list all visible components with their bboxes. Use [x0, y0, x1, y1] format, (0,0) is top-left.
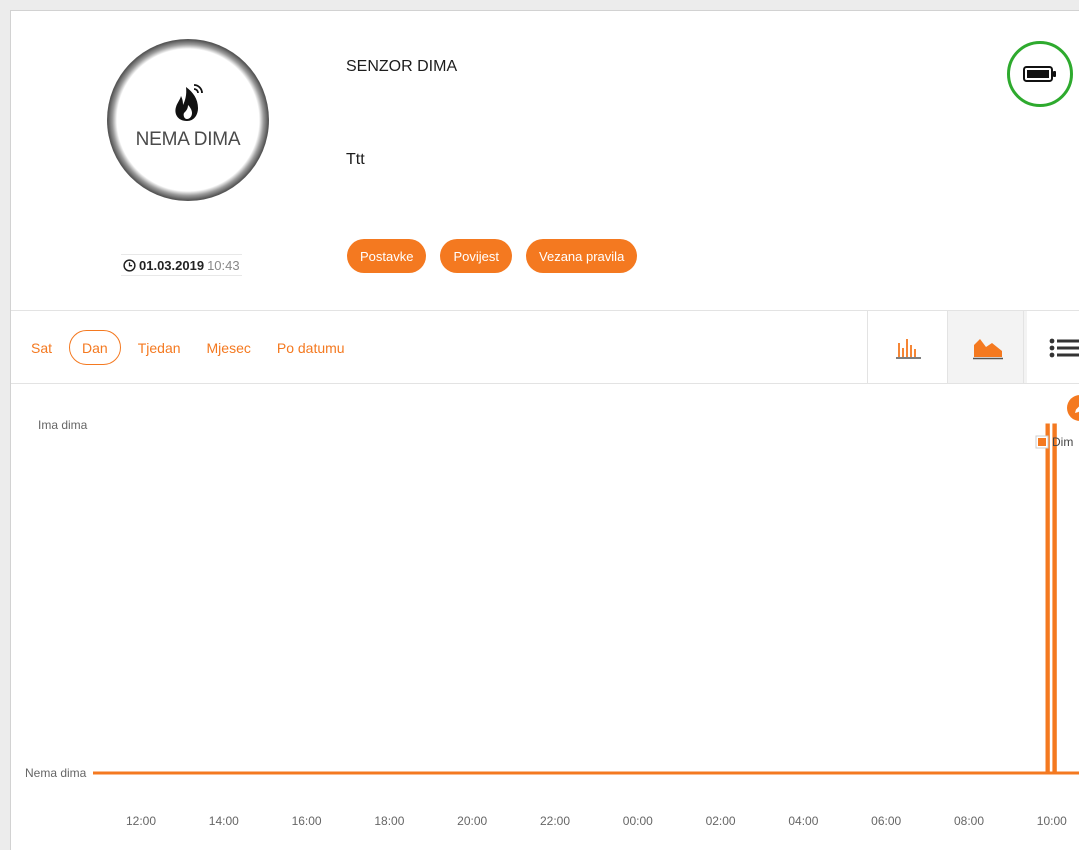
last-update-timestamp: 01.03.2019 10:43: [121, 254, 242, 276]
time-range-tabs: Sat Dan Tjedan Mjesec Po datumu: [31, 330, 358, 365]
x-tick-label: 20:00: [457, 814, 487, 828]
range-tab-sat[interactable]: Sat: [31, 330, 65, 365]
legend-label: Dim: [1052, 435, 1073, 449]
battery-full-icon: [1023, 66, 1056, 82]
view-list-button[interactable]: [1023, 311, 1079, 384]
x-tick-label: 04:00: [788, 814, 818, 828]
x-tick-label: 08:00: [954, 814, 984, 828]
device-actions: Postavke Povijest Vezana pravila: [347, 239, 638, 273]
range-tab-dan[interactable]: Dan: [69, 330, 121, 365]
history-button[interactable]: Povijest: [440, 239, 513, 273]
list-icon: [1049, 338, 1079, 357]
chart-toolbar: Sat Dan Tjedan Mjesec Po datumu: [11, 311, 1079, 384]
x-tick-label: 00:00: [623, 814, 653, 828]
x-tick-label: 18:00: [374, 814, 404, 828]
timestamp-date: 01.03.2019: [139, 257, 205, 273]
pencil-icon: [1075, 406, 1079, 413]
y-tick-label: Nema dima: [25, 766, 87, 780]
x-tick-label: 14:00: [209, 814, 239, 828]
series-line-dim: [93, 423, 1079, 775]
bar-chart-icon: [895, 338, 921, 359]
legend-swatch: [1038, 438, 1046, 446]
range-tab-po-datumu[interactable]: Po datumu: [264, 330, 358, 365]
smoke-sensor-icon: [175, 84, 203, 121]
linked-rules-button[interactable]: Vezana pravila: [526, 239, 638, 273]
clock-icon: [123, 258, 136, 272]
smoke-status-indicator: NEMA DIMA: [107, 39, 269, 201]
x-tick-label: 16:00: [292, 814, 322, 828]
x-tick-label: 22:00: [540, 814, 570, 828]
smoke-status-text: NEMA DIMA: [135, 129, 241, 150]
status-inner: NEMA DIMA: [127, 59, 249, 181]
area-chart-icon: [972, 338, 1003, 359]
device-panel: NEMA DIMA 01.03.2019 10:43 SENZOR DIMA T…: [10, 10, 1079, 850]
timestamp-time: 10:43: [207, 257, 240, 273]
smoke-history-chart: 12:00 14:00 16:00 18:00 20:00 22:00 00:00 02:00…: [11, 384, 1079, 850]
settings-button[interactable]: Postavke: [347, 239, 427, 273]
x-tick-label: 10:00: [1037, 814, 1067, 828]
x-tick-label: 12:00: [126, 814, 156, 828]
range-tab-tjedan[interactable]: Tjedan: [125, 330, 194, 365]
x-tick-label: 06:00: [871, 814, 901, 828]
battery-indicator: [1007, 41, 1073, 107]
device-name: SENZOR DIMA: [346, 58, 458, 75]
range-tab-mjesec[interactable]: Mjesec: [194, 330, 264, 365]
x-tick-label: 02:00: [706, 814, 736, 828]
device-description: Ttt: [346, 151, 365, 168]
y-tick-label: Ima dima: [38, 418, 88, 432]
view-area-chart-button[interactable]: [947, 311, 1027, 384]
view-bar-chart-button[interactable]: [867, 311, 947, 384]
chart-svg: 12:00 14:00 16:00 18:00 20:00 22:00 00:00 02:00…: [25, 418, 1079, 828]
